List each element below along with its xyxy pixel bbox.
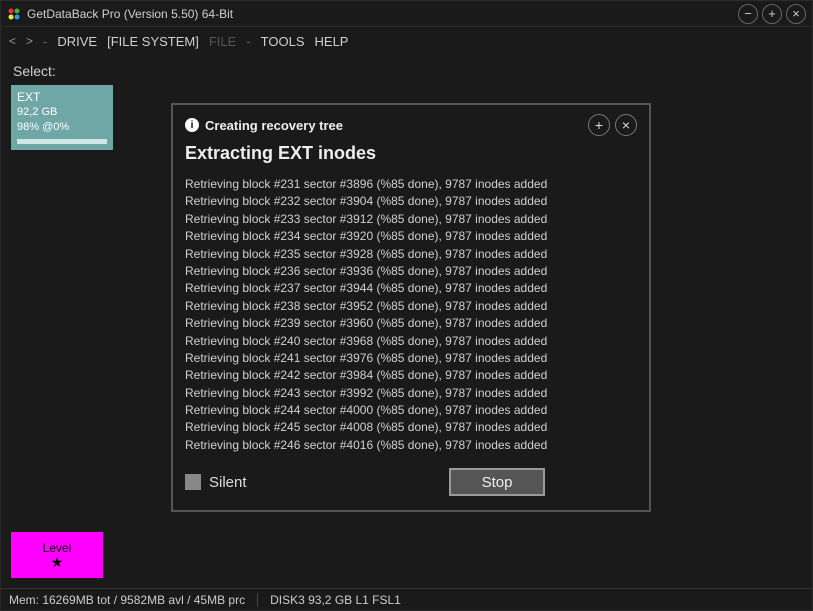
dialog-title: Creating recovery tree xyxy=(205,118,343,133)
log-line: Retrieving block #244 sector #4000 (%85 … xyxy=(185,402,637,419)
drive-progress: 98% @0% xyxy=(17,120,107,135)
menu-separator: - xyxy=(43,34,47,49)
menubar: < > - DRIVE [FILE SYSTEM] FILE - TOOLS H… xyxy=(1,27,812,55)
drive-tile[interactable]: EXT 92,2 GB 98% @0% xyxy=(11,85,113,150)
info-icon: i xyxy=(185,118,199,132)
menu-file-system[interactable]: [FILE SYSTEM] xyxy=(107,34,199,49)
star-icon: ★ xyxy=(51,555,64,569)
drive-fs: EXT xyxy=(17,89,107,105)
stop-button[interactable]: Stop xyxy=(449,468,545,496)
status-mem: Mem: 16269MB tot / 9582MB avl / 45MB prc xyxy=(9,593,245,607)
app-logo-icon xyxy=(7,7,21,21)
nav-back-button[interactable]: < xyxy=(9,34,16,48)
app-window: GetDataBack Pro (Version 5.50) 64-Bit − … xyxy=(0,0,813,611)
log-line: Retrieving block #231 sector #3896 (%85 … xyxy=(185,176,637,193)
maximize-button[interactable]: + xyxy=(762,4,782,24)
minimize-button[interactable]: − xyxy=(738,4,758,24)
silent-label: Silent xyxy=(209,474,247,491)
status-disk: DISK3 93,2 GB L1 FSL1 xyxy=(270,593,401,607)
dialog-close-button[interactable]: × xyxy=(615,114,637,136)
nav-forward-button[interactable]: > xyxy=(26,34,33,48)
log-line: Retrieving block #239 sector #3960 (%85 … xyxy=(185,315,637,332)
log-line: Retrieving block #234 sector #3920 (%85 … xyxy=(185,228,637,245)
status-separator xyxy=(257,593,258,607)
dialog-footer: Silent Stop xyxy=(185,468,637,496)
dialog-heading: Extracting EXT inodes xyxy=(185,143,637,164)
menu-drive[interactable]: DRIVE xyxy=(57,34,97,49)
close-window-button[interactable]: × xyxy=(786,4,806,24)
statusbar: Mem: 16269MB tot / 9582MB avl / 45MB prc… xyxy=(1,588,812,610)
log-line: Retrieving block #235 sector #3928 (%85 … xyxy=(185,246,637,263)
log-line: Retrieving block #233 sector #3912 (%85 … xyxy=(185,211,637,228)
silent-checkbox[interactable] xyxy=(185,474,201,490)
menu-separator: - xyxy=(246,34,250,49)
log-line: Retrieving block #232 sector #3904 (%85 … xyxy=(185,193,637,210)
log-line: Retrieving block #245 sector #4008 (%85 … xyxy=(185,419,637,436)
log-line: Retrieving block #246 sector #4016 (%85 … xyxy=(185,437,637,454)
log-line: Retrieving block #240 sector #3968 (%85 … xyxy=(185,333,637,350)
recovery-dialog: i Creating recovery tree + × Extracting … xyxy=(171,103,651,512)
level-label: Level xyxy=(43,541,72,555)
menu-tools[interactable]: TOOLS xyxy=(261,34,305,49)
log-line: Retrieving block #236 sector #3936 (%85 … xyxy=(185,263,637,280)
drive-progress-bar xyxy=(17,139,107,144)
log-line: Retrieving block #242 sector #3984 (%85 … xyxy=(185,367,637,384)
log-line: Retrieving block #238 sector #3952 (%85 … xyxy=(185,298,637,315)
menu-help[interactable]: HELP xyxy=(315,34,349,49)
dialog-add-button[interactable]: + xyxy=(588,114,610,136)
app-title: GetDataBack Pro (Version 5.50) 64-Bit xyxy=(27,7,233,21)
titlebar: GetDataBack Pro (Version 5.50) 64-Bit − … xyxy=(1,1,812,27)
level-button[interactable]: Level ★ xyxy=(11,532,103,578)
log-line: Retrieving block #243 sector #3992 (%85 … xyxy=(185,385,637,402)
log-output: Retrieving block #231 sector #3896 (%85 … xyxy=(185,176,637,454)
dialog-header: i Creating recovery tree + × xyxy=(185,113,637,137)
select-label: Select: xyxy=(11,61,802,85)
drive-size: 92,2 GB xyxy=(17,105,107,120)
log-line: Retrieving block #237 sector #3944 (%85 … xyxy=(185,280,637,297)
log-line: Retrieving block #241 sector #3976 (%85 … xyxy=(185,350,637,367)
menu-file: FILE xyxy=(209,34,236,49)
